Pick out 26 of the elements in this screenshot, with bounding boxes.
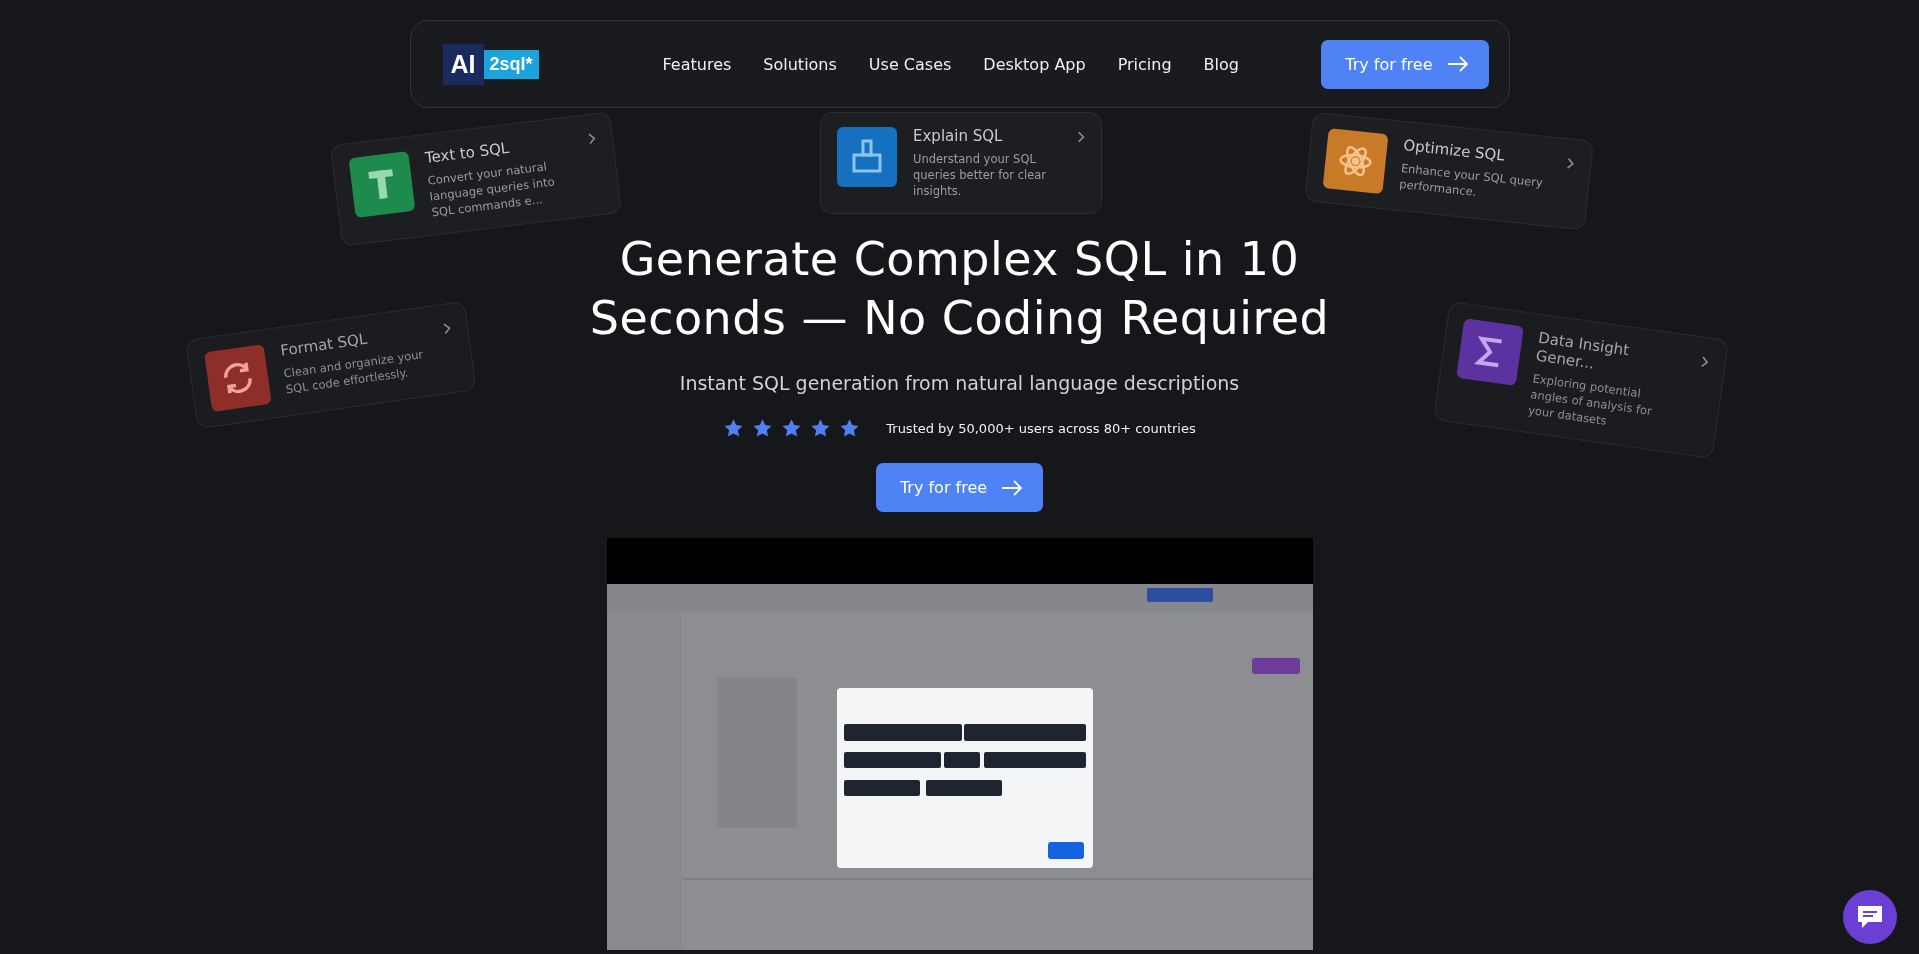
- chevron-icon: [1077, 131, 1085, 143]
- card-title: Text to SQL: [423, 137, 511, 167]
- card-description: Understand your SQL queries better for clear insights.: [913, 151, 1047, 200]
- trust-text: Trusted by 50,000+ users across 80+ countries: [886, 421, 1196, 436]
- arrow-right-icon: [1446, 56, 1469, 72]
- chevron-icon: [1565, 157, 1576, 171]
- chat-button[interactable]: [1843, 890, 1897, 944]
- nav-link[interactable]: Pricing: [1117, 54, 1172, 74]
- logo[interactable]: AI 2sql*: [442, 43, 539, 85]
- feature-card[interactable]: Explain SQL Understand your SQL queries better for clear insights.: [820, 112, 1102, 215]
- try-for-free-button[interactable]: Try for free: [875, 463, 1044, 512]
- chevron-icon: [587, 132, 597, 145]
- card-title: Format SQL: [279, 328, 369, 360]
- hero-subtitle: Instant SQL generation from natural language descriptions: [679, 372, 1240, 394]
- card-title: Explain SQL: [913, 127, 1004, 145]
- feature-card[interactable]: Optimize SQL Enhance your SQL query performance.: [1304, 111, 1594, 231]
- nav-link[interactable]: Features: [662, 54, 732, 74]
- nav-link[interactable]: Desktop App: [983, 54, 1086, 74]
- nav-link[interactable]: Blog: [1203, 54, 1239, 74]
- nav-link[interactable]: Solutions: [763, 54, 837, 74]
- try-for-free-button[interactable]: Try for free: [1321, 39, 1489, 89]
- chevron-icon: [442, 322, 452, 335]
- arrow-right-icon: [1001, 479, 1024, 496]
- chat-icon: [1856, 904, 1884, 930]
- nav-link[interactable]: Use Cases: [868, 54, 952, 74]
- chevron-icon: [1699, 355, 1710, 369]
